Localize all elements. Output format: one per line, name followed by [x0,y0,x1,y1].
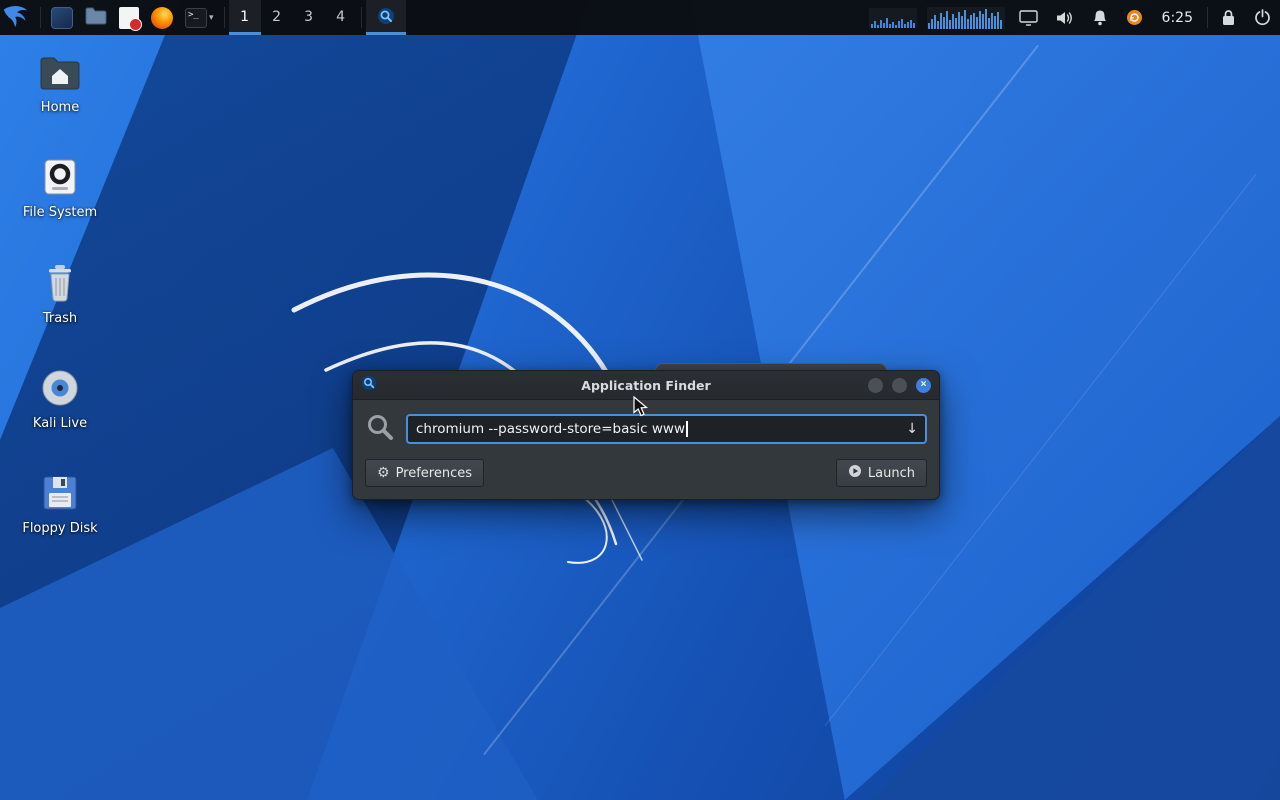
desktop-icon-label: Floppy Disk [22,521,98,537]
search-input[interactable]: chromium --password-store=basic www ↓ [406,414,927,444]
folder-icon [85,7,107,28]
workspace-4[interactable]: 4 [325,0,357,35]
desktop-icon-file-system[interactable]: File System [14,155,106,220]
notifications-bell-icon[interactable] [1083,0,1117,35]
desktop-icon-home[interactable]: Home [14,50,106,115]
desktop: Home File System Trash Kali Live Floppy … [0,0,1280,800]
panel-separator [1207,7,1208,28]
desktop-icon-kali-live[interactable]: Kali Live [14,366,106,431]
floppy-disk-icon [41,471,79,515]
home-folder-icon [38,50,82,94]
system-load-graph[interactable] [926,6,1005,29]
launch-icon [848,464,862,482]
desktop-icon-label: Trash [42,310,78,326]
taskbar-application-finder[interactable] [365,0,406,35]
volume-icon[interactable] [1047,0,1083,35]
text-editor-icon [119,6,142,31]
minimize-button[interactable] [868,377,883,393]
search-icon [365,412,395,446]
desktop-icon-column: Home File System Trash Kali Live Floppy … [14,50,106,536]
logout-power-icon[interactable] [1245,0,1280,35]
search-input-value: chromium --password-store=basic www [416,421,686,437]
optical-disk-icon [40,366,80,410]
file-system-drive-icon [40,155,80,199]
dropdown-arrow-icon[interactable]: ↓ [906,421,918,437]
cpu-graph-small[interactable] [868,7,917,28]
application-finder-taskbar-icon [377,7,395,28]
workspace-1[interactable]: 1 [228,0,261,35]
preferences-button-label: Preferences [395,465,473,481]
panel-separator [360,7,362,28]
launch-button-label: Launch [867,465,915,481]
maximize-button[interactable] [892,377,907,393]
kali-menu-button[interactable] [0,0,36,35]
desktop-icon-label: Home [40,100,80,115]
panel-separator [40,7,41,28]
desktop-icon-label: Kali Live [32,415,88,431]
terminal-launcher[interactable]: >_ ▾ [179,0,220,35]
panel-separator [223,7,225,28]
terminal-icon: >_ [185,7,207,28]
workspace-switcher: 1 2 3 4 [228,0,357,35]
close-icon: × [920,379,927,390]
preferences-button[interactable]: ⚙ Preferences [365,459,485,487]
launch-button[interactable]: Launch [835,459,927,487]
workspace-3[interactable]: 3 [293,0,325,35]
top-panel: >_ ▾ 1 2 3 4 6:25 [0,0,1280,35]
display-icon[interactable] [1010,0,1047,35]
titlebar[interactable]: Application Finder × [353,371,939,400]
workspace-2[interactable]: 2 [261,0,293,35]
application-finder-icon [361,375,377,395]
trash-icon [42,261,78,305]
lock-screen-icon[interactable] [1212,0,1245,35]
chevron-down-icon: ▾ [209,12,214,22]
firefox-launcher[interactable] [145,0,179,35]
text-editor-launcher[interactable] [113,0,145,35]
desktop-icon-trash[interactable]: Trash [14,261,106,326]
firefox-icon [151,6,173,29]
close-button[interactable]: × [916,377,931,393]
desktop-icon-label: File System [22,205,98,221]
sync-status-icon[interactable] [1117,0,1152,35]
application-finder-window: Application Finder × chromium --password… [352,370,940,500]
text-caret [686,421,688,437]
folder-launcher[interactable] [79,0,113,35]
desktop-icon-floppy-disk[interactable]: Floppy Disk [14,471,106,536]
window-title: Application Finder [581,377,711,393]
file-manager-icon [51,6,73,29]
file-manager-launcher[interactable] [45,0,79,35]
clock[interactable]: 6:25 [1152,0,1203,35]
kali-logo-icon [2,2,32,33]
gear-icon: ⚙ [377,465,390,481]
finder-body: chromium --password-store=basic www ↓ ⚙ … [353,400,939,499]
